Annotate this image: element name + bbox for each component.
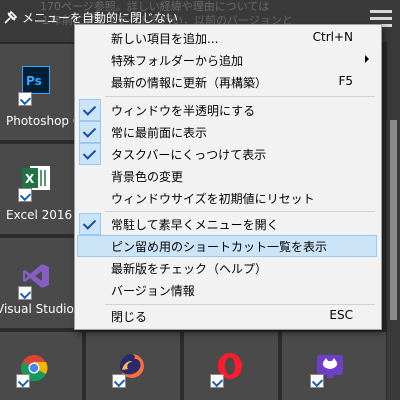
- menu-separator: [105, 96, 375, 97]
- menu-item-label: タスクバーにくっつけて表示: [111, 148, 267, 162]
- tile-github-desktop[interactable]: [282, 332, 386, 400]
- checkmark-icon: [79, 121, 101, 143]
- menu-item-label: 最新版をチェック（ヘルプ）: [111, 262, 268, 276]
- checkmark-icon: [79, 99, 101, 121]
- submenu-arrow-icon: [365, 55, 369, 63]
- tile-photoshop[interactable]: Ps Photoshop CC: [0, 44, 90, 140]
- photoshop-icon: Ps: [22, 66, 50, 94]
- menu-item-label: 背景色の変更: [111, 170, 184, 184]
- menu-item-stay-resident[interactable]: 常駐して素早くメニューを開く: [77, 213, 377, 235]
- menu-item-label: バージョン情報: [111, 284, 195, 298]
- pin-icon[interactable]: [2, 10, 18, 26]
- menu-item-add-new[interactable]: 新しい項目を追加... Ctrl+N: [77, 27, 377, 49]
- menu-item-label: 最新の情報に更新（再構築）: [111, 76, 268, 90]
- menu-item-label: 新しい項目を追加...: [111, 32, 219, 46]
- menu-item-label: 常駐して素早くメニューを開く: [111, 218, 279, 232]
- tile-visual-studio[interactable]: Visual Studio 2017: [0, 238, 108, 328]
- menu-item-translucent[interactable]: ウィンドウを半透明にする: [77, 99, 377, 121]
- menu-item-shortcut: F5: [338, 74, 353, 88]
- menu-item-close[interactable]: 閉じる ESC: [77, 305, 377, 327]
- menu-item-show-pinned-shortcuts[interactable]: ピン留め用のショートカット一覧を表示: [77, 235, 377, 257]
- menu-item-always-on-top[interactable]: 常に最前面に表示: [77, 121, 377, 143]
- shortcut-overlay-icon: [18, 286, 32, 300]
- shortcut-overlay-icon: [18, 188, 32, 202]
- menu-item-reset-window-size[interactable]: ウィンドウサイズを初期値にリセット: [77, 187, 377, 209]
- tile-firefox[interactable]: [86, 332, 180, 400]
- menu-item-label: 常に最前面に表示: [111, 126, 208, 140]
- shortcut-overlay-icon: [310, 374, 324, 388]
- tile-chrome[interactable]: [0, 332, 82, 400]
- menu-item-label: ウィンドウを半透明にする: [111, 104, 256, 118]
- menu-item-shortcut: ESC: [329, 308, 353, 322]
- menu-item-version-info[interactable]: バージョン情報: [77, 279, 377, 301]
- menu-item-label: ピン留め用のショートカット一覧を表示: [111, 240, 328, 254]
- tile-opera[interactable]: [184, 332, 278, 400]
- shortcut-overlay-icon: [18, 92, 32, 106]
- context-menu: 新しい項目を追加... Ctrl+N 特殊フォルダーから追加 最新の情報に更新（…: [74, 24, 382, 330]
- svg-text:Ps: Ps: [26, 74, 42, 88]
- menu-item-change-bg-color[interactable]: 背景色の変更: [77, 165, 377, 187]
- menu-separator: [105, 211, 375, 212]
- menu-item-label: 閉じる: [111, 310, 148, 324]
- checkmark-icon: [79, 213, 101, 235]
- checkmark-icon: [79, 143, 101, 165]
- menu-item-dock-to-taskbar[interactable]: タスクバーにくっつけて表示: [77, 143, 377, 165]
- menu-item-label: 特殊フォルダーから追加: [111, 54, 244, 68]
- tile-excel[interactable]: X Excel 2016: [0, 144, 76, 234]
- svg-text:X: X: [25, 172, 35, 186]
- menu-item-label: ウィンドウサイズを初期値にリセット: [111, 192, 315, 206]
- tile-label: Excel 2016: [6, 208, 73, 222]
- shortcut-overlay-icon: [112, 374, 126, 388]
- menu-item-shortcut: Ctrl+N: [312, 30, 353, 44]
- menu-item-add-special-folder[interactable]: 特殊フォルダーから追加: [77, 49, 377, 71]
- scrollbar-thumb[interactable]: [390, 120, 397, 320]
- menu-item-check-update[interactable]: 最新版をチェック（ヘルプ）: [77, 257, 377, 279]
- menu-item-refresh[interactable]: 最新の情報に更新（再構築） F5: [77, 71, 377, 93]
- shortcut-overlay-icon: [210, 374, 224, 388]
- shortcut-overlay-icon: [16, 374, 30, 388]
